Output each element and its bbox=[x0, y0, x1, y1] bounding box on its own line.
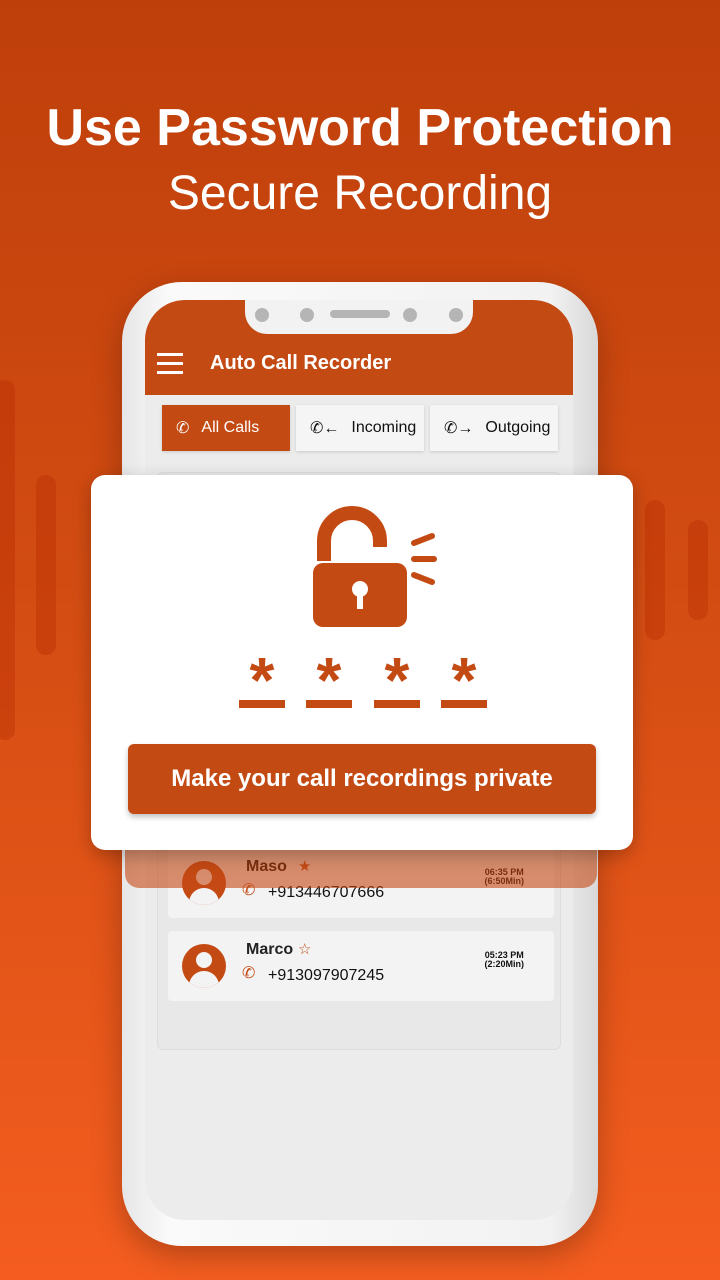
outgoing-call-icon: ✆ bbox=[242, 965, 256, 982]
incoming-call-icon: ✆← bbox=[310, 420, 340, 437]
pin-digit: * bbox=[374, 648, 420, 712]
contact-name: Maso bbox=[246, 858, 287, 875]
promo-subtitle: Secure Recording bbox=[167, 167, 553, 220]
call-time: 06:35 PM (6:50Min) bbox=[484, 867, 524, 886]
call-time: 05:23 PM (2:20Min) bbox=[484, 950, 524, 969]
notch bbox=[245, 300, 473, 334]
decor-bar bbox=[645, 500, 665, 640]
tab-outgoing[interactable]: ✆→ Outgoing bbox=[430, 405, 558, 451]
password-card: * * * * Make your call recordings privat… bbox=[91, 475, 633, 850]
tab-all-calls[interactable]: ✆ All Calls bbox=[162, 405, 290, 451]
make-private-button[interactable]: Make your call recordings private bbox=[128, 744, 596, 814]
app-title: Auto Call Recorder bbox=[210, 352, 392, 374]
tab-incoming[interactable]: ✆← Incoming bbox=[296, 405, 424, 451]
avatar bbox=[182, 944, 226, 988]
pin-digit: * bbox=[306, 648, 352, 712]
decor-bar bbox=[0, 380, 15, 740]
outgoing-call-icon: ✆→ bbox=[444, 420, 474, 437]
phone-number: +913097907245 bbox=[268, 967, 385, 984]
app-header: Auto Call Recorder bbox=[145, 300, 573, 395]
unlocked-padlock-icon bbox=[313, 506, 437, 627]
decor-bar bbox=[688, 520, 708, 620]
pin-digit: * bbox=[441, 648, 487, 712]
contact-name: Marco bbox=[246, 941, 294, 958]
call-row[interactable]: Marco ☆ ✆ +913097907245 05:23 PM (2:20Min… bbox=[168, 931, 554, 1001]
pin-digit: * bbox=[239, 648, 285, 712]
favorite-star-filled-icon[interactable]: ★ bbox=[298, 857, 311, 875]
phone-icon: ✆ bbox=[176, 420, 190, 437]
decor-bar bbox=[36, 475, 56, 655]
promo-title: Use Password Protection bbox=[46, 99, 674, 157]
hamburger-menu-icon[interactable] bbox=[157, 353, 183, 380]
favorite-star-outline-icon[interactable]: ☆ bbox=[298, 940, 311, 958]
